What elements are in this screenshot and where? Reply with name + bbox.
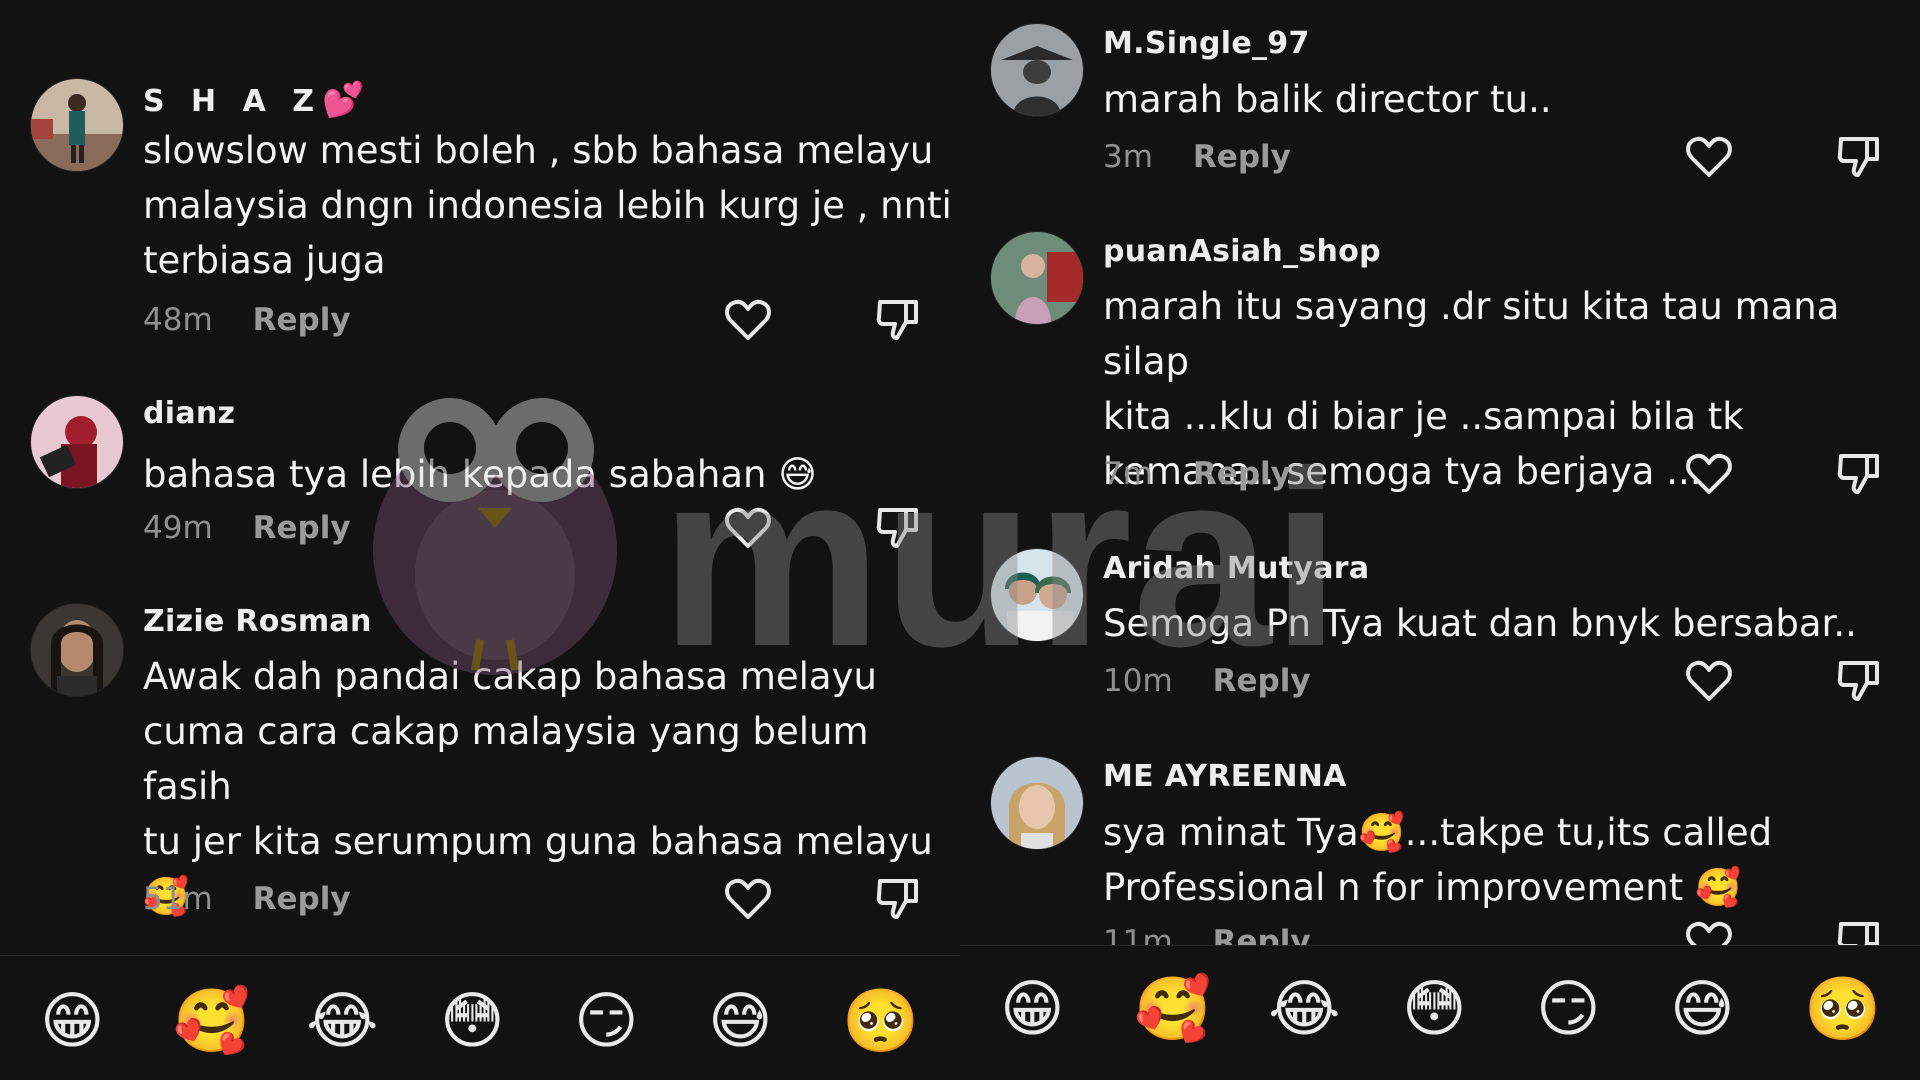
timestamp: 3m (1103, 139, 1153, 175)
username[interactable]: dianz (143, 396, 235, 431)
timestamp: 10m (1103, 663, 1173, 699)
comment-meta: 7m Reply (1103, 456, 1291, 492)
thumbs-down-outline-icon[interactable] (1833, 916, 1885, 945)
comment-meta: 49m Reply (143, 510, 351, 546)
emoji-button[interactable]: 🥺 (842, 986, 919, 1056)
emoji-button[interactable]: 😳 (440, 986, 505, 1056)
comment-list[interactable]: S H A Z💕 slowslow mesti boleh , sbb baha… (0, 0, 960, 955)
reply-button[interactable]: Reply (1193, 139, 1291, 175)
emoji-button[interactable]: 🥺 (1804, 974, 1881, 1044)
timestamp: 7m (1103, 456, 1153, 492)
left-comments-panel: S H A Z💕 slowslow mesti boleh , sbb baha… (0, 0, 960, 1080)
username[interactable]: M.Single_97 (1103, 26, 1310, 61)
reply-button[interactable]: Reply (1213, 663, 1311, 699)
avatar[interactable] (30, 78, 124, 172)
emoji-button[interactable]: 😁 (40, 986, 105, 1056)
username[interactable]: Zizie Rosman (143, 604, 372, 639)
comment-meta: 3m Reply (1103, 139, 1291, 175)
comment-text: marah balik director tu.. (1103, 78, 1552, 121)
heart-outline-icon[interactable] (1683, 916, 1735, 945)
username[interactable]: puanAsiah_shop (1103, 234, 1381, 269)
thumbs-down-outline-icon[interactable] (1833, 448, 1885, 500)
heart-outline-icon[interactable] (1683, 131, 1735, 183)
username[interactable]: S H A Z💕 (143, 80, 364, 120)
emoji-button[interactable]: 🥰 (173, 986, 250, 1056)
emoji-button[interactable]: 😳 (1402, 974, 1467, 1044)
emoji-button[interactable]: 🥰 (1134, 974, 1211, 1044)
reply-button[interactable]: Reply (1193, 456, 1291, 492)
thumbs-down-outline-icon[interactable] (872, 873, 924, 925)
thumbs-down-outline-icon[interactable] (1833, 655, 1885, 707)
timestamp: 51m (143, 881, 213, 917)
right-comments-panel: M.Single_97 marah balik director tu.. 3m… (960, 0, 1920, 1080)
emoji-button[interactable]: 😏 (1536, 974, 1601, 1044)
timestamp: 11m (1103, 924, 1173, 945)
thumbs-down-outline-icon[interactable] (872, 294, 924, 346)
avatar[interactable] (990, 231, 1084, 325)
reply-button[interactable]: Reply (253, 302, 351, 338)
emoji-button[interactable]: 😅 (1670, 974, 1735, 1044)
avatar[interactable] (990, 548, 1084, 642)
comment-text: slowslow mesti boleh , sbb bahasa melayu… (143, 129, 952, 282)
quick-emoji-bar: 😁 🥰 😂 😳 😏 😅 🥺 (0, 955, 960, 1080)
emoji-button[interactable]: 😂 (1268, 974, 1340, 1044)
quick-emoji-bar: 😁 🥰 😂 😳 😏 😅 🥺 (960, 945, 1920, 1080)
comment-meta: 48m Reply (143, 302, 351, 338)
avatar[interactable] (30, 603, 124, 697)
username[interactable]: ME AYREENNA (1103, 759, 1347, 794)
comment-meta: 10m Reply (1103, 663, 1311, 699)
reply-button[interactable]: Reply (1213, 924, 1311, 945)
heart-outline-icon[interactable] (722, 502, 774, 554)
thumbs-down-outline-icon[interactable] (1833, 131, 1885, 183)
reply-button[interactable]: Reply (253, 881, 351, 917)
comment-text: Semoga Pn Tya kuat dan bnyk bersabar.. (1103, 602, 1857, 645)
reply-button[interactable]: Reply (253, 510, 351, 546)
heart-outline-icon[interactable] (722, 873, 774, 925)
thumbs-down-outline-icon[interactable] (872, 502, 924, 554)
heart-outline-icon[interactable] (1683, 448, 1735, 500)
timestamp: 49m (143, 510, 213, 546)
timestamp: 48m (143, 302, 213, 338)
avatar[interactable] (30, 395, 124, 489)
username[interactable]: Aridah Mutyara (1103, 551, 1369, 586)
emoji-button[interactable]: 😅 (708, 986, 773, 1056)
avatar[interactable] (990, 23, 1084, 117)
avatar[interactable] (990, 756, 1084, 850)
emoji-button[interactable]: 😁 (1000, 974, 1065, 1044)
comment-meta: 51m Reply (143, 881, 351, 917)
emoji-button[interactable]: 😏 (574, 986, 639, 1056)
heart-outline-icon[interactable] (1683, 655, 1735, 707)
comment-text: sya minat Tya🥰...takpe tu,its called Pro… (1103, 811, 1773, 909)
emoji-button[interactable]: 😂 (306, 986, 378, 1056)
comment-list[interactable]: M.Single_97 marah balik director tu.. 3m… (960, 0, 1920, 945)
comment-meta: 11m Reply (1103, 924, 1311, 945)
comment-text: bahasa tya lebih kepada sabahan 😅 (143, 453, 817, 496)
heart-outline-icon[interactable] (722, 294, 774, 346)
